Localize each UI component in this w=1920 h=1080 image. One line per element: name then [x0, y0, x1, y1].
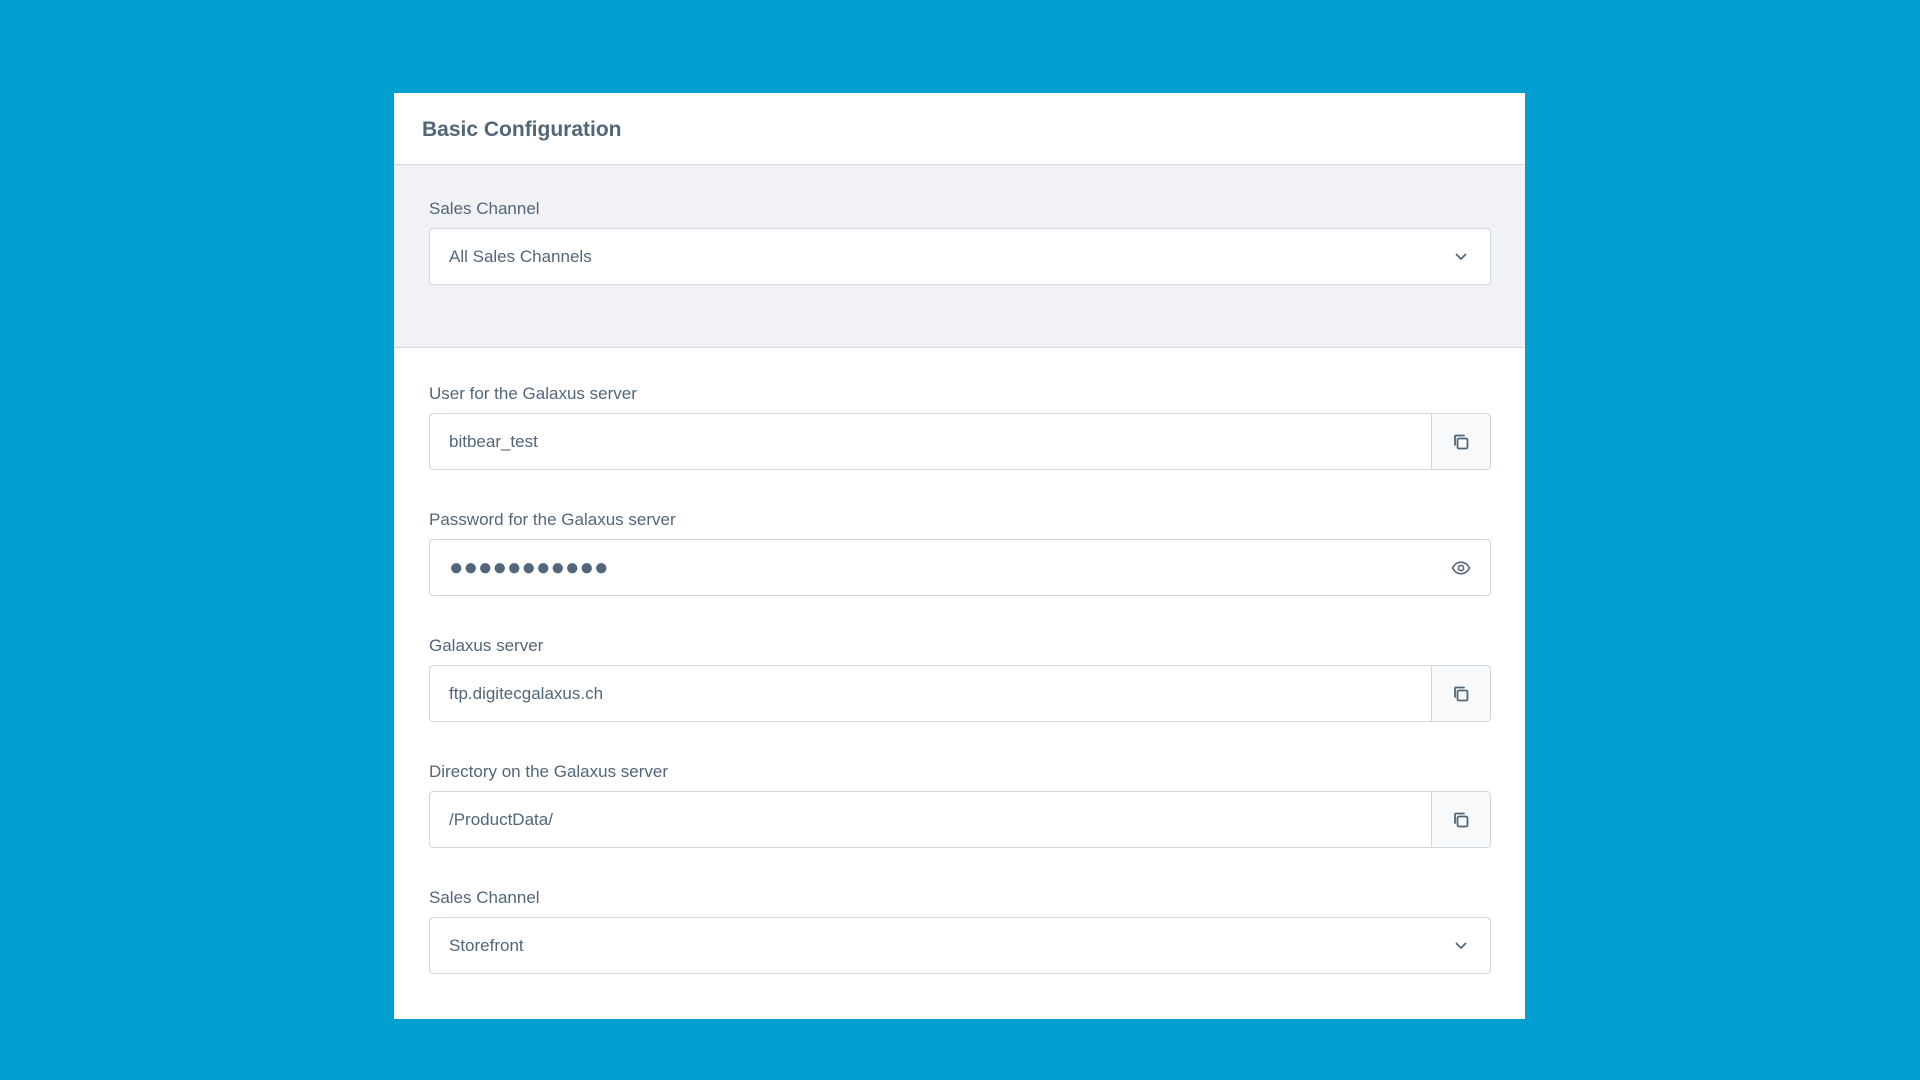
- server-input[interactable]: ftp.digitecgalaxus.ch: [429, 665, 1491, 722]
- copy-server-button[interactable]: [1431, 666, 1490, 721]
- password-input[interactable]: ●●●●●●●●●●●: [429, 539, 1491, 596]
- server-field-label: Galaxus server: [429, 636, 544, 655]
- password-field: Password for the Galaxus server ●●●●●●●●…: [429, 510, 1491, 596]
- sales-channel-filter-label: Sales Channel: [429, 199, 540, 218]
- chevron-down-icon: [1432, 918, 1490, 973]
- sales-channel-filter-section: Sales Channel All Sales Channels: [394, 165, 1525, 348]
- user-input-value[interactable]: bitbear_test: [430, 414, 1431, 469]
- toggle-password-visibility-button[interactable]: [1432, 540, 1490, 595]
- directory-field-label: Directory on the Galaxus server: [429, 762, 669, 781]
- directory-input-value[interactable]: /ProductData/: [430, 792, 1431, 847]
- copy-icon: [1452, 811, 1470, 829]
- eye-icon: [1451, 560, 1471, 575]
- password-field-label: Password for the Galaxus server: [429, 510, 676, 529]
- sales-channel-field: Sales Channel Storefront: [429, 888, 1491, 974]
- user-field: User for the Galaxus server bitbear_test: [429, 384, 1491, 470]
- sales-channel-value: Storefront: [449, 935, 524, 955]
- sales-channel-select[interactable]: Storefront: [429, 917, 1491, 974]
- card-title: Basic Configuration: [422, 117, 622, 141]
- copy-user-button[interactable]: [1431, 414, 1490, 469]
- user-input[interactable]: bitbear_test: [429, 413, 1491, 470]
- chevron-down-icon: [1432, 229, 1490, 284]
- sales-channel-field-label: Sales Channel: [429, 888, 540, 907]
- form-body: User for the Galaxus server bitbear_test…: [394, 348, 1525, 974]
- server-field: Galaxus server ftp.digitecgalaxus.ch: [429, 636, 1491, 722]
- sales-channel-filter-value: All Sales Channels: [449, 246, 592, 266]
- user-field-label: User for the Galaxus server: [429, 384, 637, 403]
- basic-configuration-card: Basic Configuration Sales Channel All Sa…: [394, 93, 1525, 1019]
- server-input-value[interactable]: ftp.digitecgalaxus.ch: [430, 666, 1431, 721]
- copy-icon: [1452, 433, 1470, 451]
- password-input-value[interactable]: ●●●●●●●●●●●: [430, 540, 1432, 595]
- sales-channel-filter-select[interactable]: All Sales Channels: [429, 228, 1491, 285]
- directory-input[interactable]: /ProductData/: [429, 791, 1491, 848]
- copy-directory-button[interactable]: [1431, 792, 1490, 847]
- card-header: Basic Configuration: [394, 93, 1525, 165]
- copy-icon: [1452, 685, 1470, 703]
- directory-field: Directory on the Galaxus server /Product…: [429, 762, 1491, 848]
